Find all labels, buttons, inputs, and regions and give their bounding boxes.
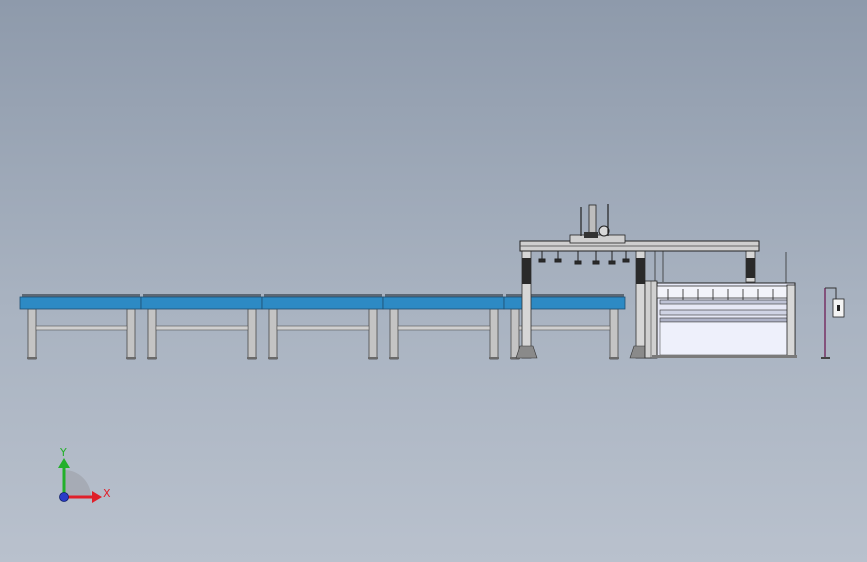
z-axis-dot-icon bbox=[59, 492, 69, 502]
control-post bbox=[821, 287, 845, 359]
gantry-bases bbox=[515, 345, 652, 359]
x-axis-label: X bbox=[103, 487, 111, 500]
assembly-drawing: Y X bbox=[19, 204, 845, 503]
conveyor-rollers bbox=[22, 294, 624, 297]
gantry-carriage bbox=[569, 204, 626, 244]
conveyor-frames bbox=[19, 296, 626, 310]
y-axis-label: Y bbox=[59, 446, 67, 459]
triad-plane-icon bbox=[64, 470, 91, 497]
vacuum-pickers bbox=[538, 251, 630, 265]
cutting-machine bbox=[644, 280, 797, 359]
coordinate-triad[interactable]: Y X bbox=[58, 446, 111, 503]
cad-viewport[interactable]: Y X bbox=[0, 0, 867, 562]
gantry-rods bbox=[654, 251, 787, 284]
